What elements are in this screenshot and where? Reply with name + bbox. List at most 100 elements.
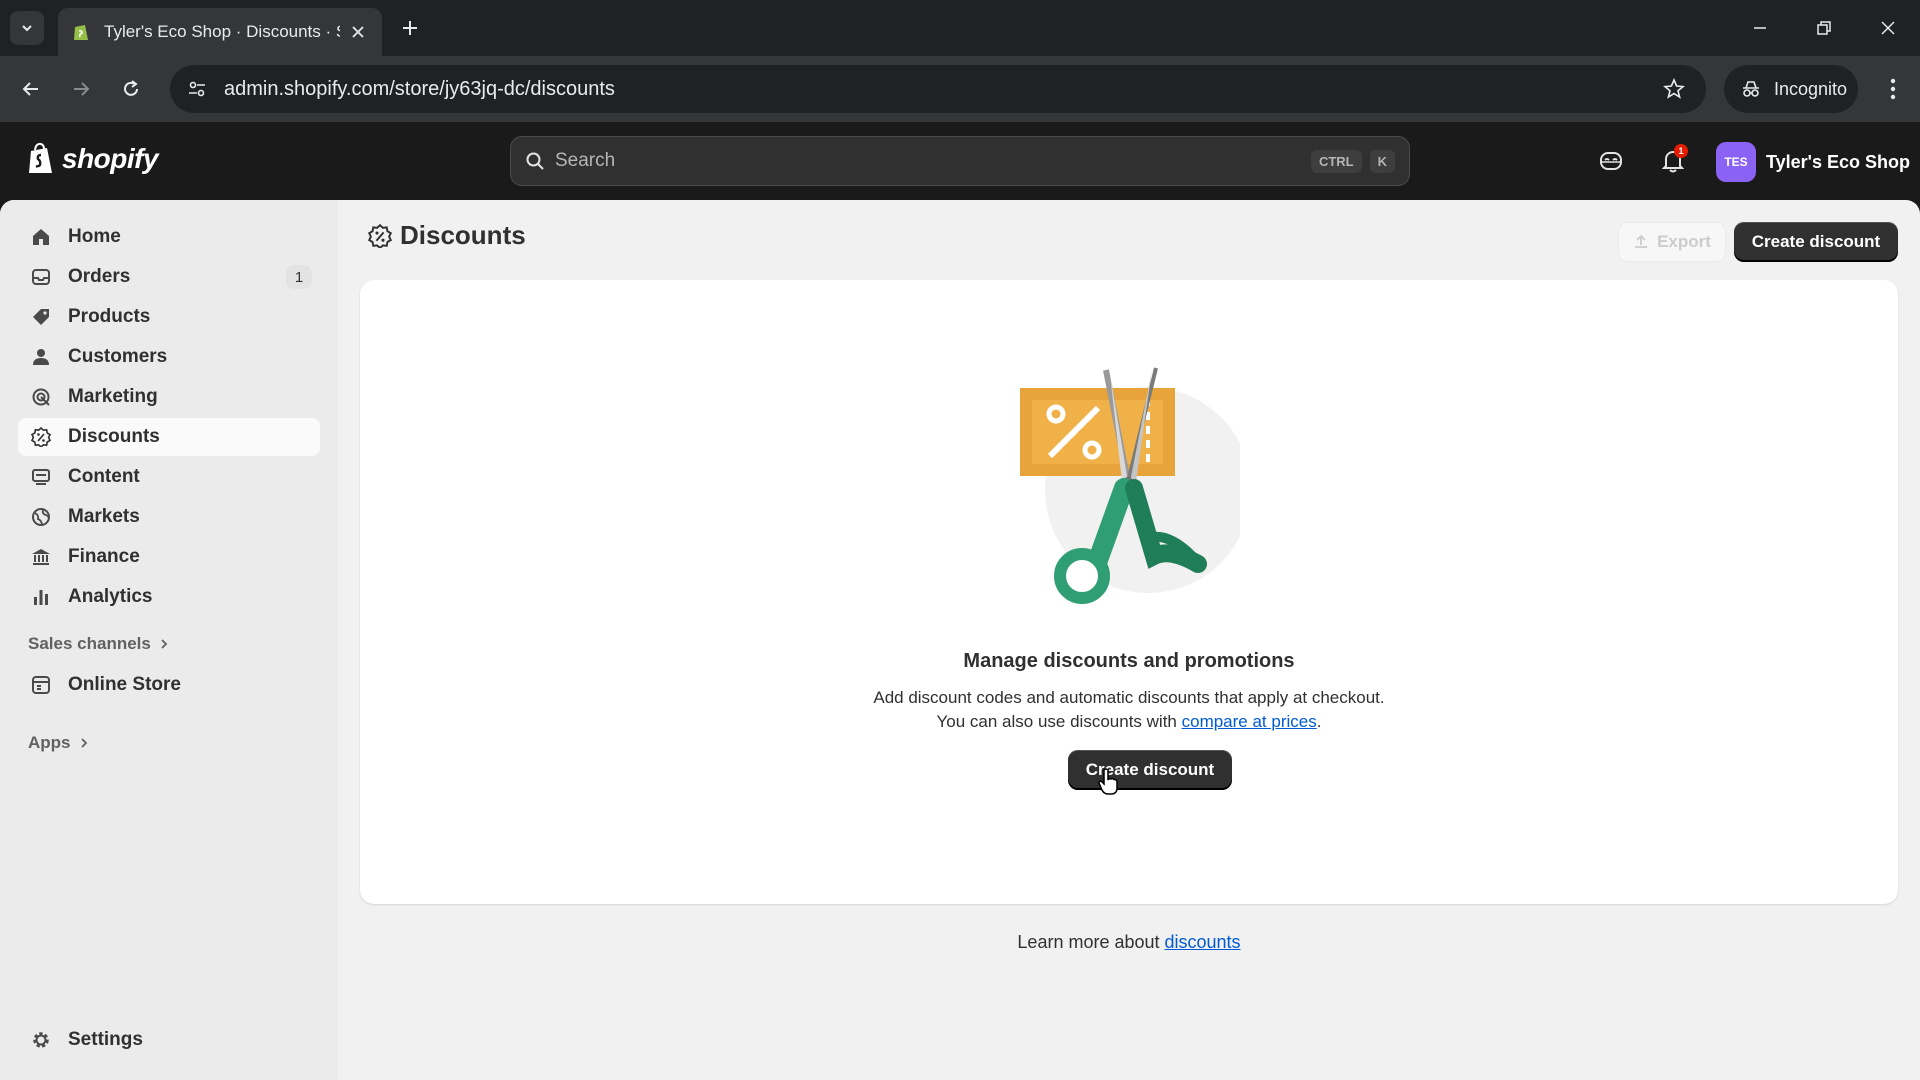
reload-button[interactable] (114, 72, 148, 106)
sidekick-button[interactable] (1594, 144, 1628, 178)
browser-toolbar: admin.shopify.com/store/jy63jq-dc/discou… (0, 56, 1920, 122)
page-title: Discounts (400, 220, 526, 250)
browser-tab[interactable]: Tyler's Eco Shop · Discounts · Sh (58, 8, 382, 56)
sidebar-item-markets[interactable]: Markets (18, 498, 320, 536)
tab-close-icon[interactable] (346, 20, 370, 44)
person-icon (30, 346, 52, 368)
sidebar-item-label: Marketing (68, 386, 158, 407)
incognito-label: Incognito (1774, 78, 1848, 99)
search-input[interactable]: Search CTRL K (510, 136, 1410, 186)
apps-link[interactable]: Apps (28, 733, 89, 753)
upload-icon (1635, 234, 1648, 248)
sidebar-item-content[interactable]: Content (18, 458, 320, 496)
create-discount-button[interactable]: Create discount (1734, 222, 1898, 262)
empty-state-line-1: Add discount codes and automatic discoun… (873, 688, 1385, 707)
sidebar-item-label: Products (68, 306, 151, 327)
sidebar-item-customers[interactable]: Customers (18, 338, 320, 376)
incognito-icon (1743, 81, 1759, 97)
sidebar-item-discounts[interactable]: Discounts (18, 418, 320, 456)
close-window-button[interactable] (1870, 10, 1906, 46)
admin-app: Home Orders 1 Products Customers Marketi… (0, 200, 1920, 1080)
sidebar-item-label: Content (68, 466, 140, 487)
minimize-icon (1754, 27, 1766, 29)
empty-state-heading: Manage discounts and promotions (963, 650, 1295, 672)
empty-state-card: Manage discounts and promotions Add disc… (360, 280, 1898, 904)
content-icon (30, 466, 52, 488)
sidebar-item-finance[interactable]: Finance (18, 538, 320, 576)
shopify-topbar: shopify Search CTRL K 1 TES Tyler's Eco … (0, 122, 1920, 200)
notifications-button[interactable]: 1 (1656, 144, 1690, 178)
empty-state-create-discount-button[interactable]: Create discount (1068, 750, 1232, 790)
sidebar-item-products[interactable]: Products (18, 298, 320, 336)
sidebar-item-label: Finance (68, 546, 140, 567)
bar-chart-icon (30, 586, 52, 608)
sidebar-item-label: Analytics (68, 586, 153, 607)
store-name: Tyler's Eco Shop (1766, 151, 1910, 172)
sidebar-item-label: Markets (68, 506, 140, 527)
shopify-logo[interactable]: shopify (26, 142, 159, 176)
shortcut-key-k: K (1369, 149, 1395, 173)
minimize-button[interactable] (1742, 10, 1778, 46)
orders-count-badge: 1 (286, 265, 312, 289)
chevron-down-icon (22, 25, 32, 32)
export-button[interactable]: Export (1618, 222, 1726, 262)
apps-label: Apps (28, 733, 71, 752)
learn-more-footer: Learn more about discounts (338, 932, 1920, 953)
sidebar-item-label: Discounts (68, 426, 160, 447)
home-icon (30, 226, 52, 248)
sales-channels-label: Sales channels (28, 634, 151, 653)
bookmark-star-icon[interactable] (1660, 75, 1688, 103)
target-icon (30, 386, 52, 408)
chevron-right-icon (80, 738, 87, 748)
bank-icon (30, 546, 52, 568)
sidebar-item-orders[interactable]: Orders 1 (18, 258, 320, 296)
hand-cursor-icon (1098, 768, 1118, 795)
address-bar[interactable]: admin.shopify.com/store/jy63jq-dc/discou… (170, 65, 1706, 113)
shortcut-key-ctrl: CTRL (1310, 149, 1362, 173)
incognito-indicator[interactable]: Incognito (1724, 65, 1858, 113)
search-placeholder: Search (555, 150, 616, 171)
shopify-favicon-icon (74, 25, 88, 40)
page-header: Discounts (368, 220, 526, 251)
discount-icon (368, 223, 392, 248)
tab-search-button[interactable] (10, 11, 44, 45)
sidekick-icon (1600, 152, 1622, 170)
restore-icon (1817, 21, 1831, 35)
url-text: admin.shopify.com/store/jy63jq-dc/discou… (224, 77, 615, 100)
sidebar: Home Orders 1 Products Customers Marketi… (0, 200, 338, 1080)
export-label: Export (1657, 232, 1711, 251)
main-content: Discounts Export Create discount Manage … (338, 200, 1920, 1080)
site-info-icon[interactable] (180, 72, 214, 106)
sidebar-item-online-store[interactable]: Online Store (18, 666, 320, 704)
tab-title: Tyler's Eco Shop · Discounts · Sh (104, 22, 340, 41)
plus-icon (403, 21, 417, 35)
sidebar-item-label: Settings (68, 1029, 143, 1050)
restore-button[interactable] (1806, 10, 1842, 46)
new-tab-button[interactable] (396, 14, 424, 42)
logo-text: shopify (62, 143, 159, 174)
compare-at-prices-link[interactable]: compare at prices (1182, 712, 1317, 731)
forward-button[interactable] (64, 72, 98, 106)
empty-state-description: Add discount codes and automatic discoun… (360, 686, 1898, 734)
line2-suffix: . (1316, 712, 1322, 731)
arrow-right-icon (74, 82, 90, 96)
arrow-left-icon (22, 82, 38, 96)
sidebar-item-marketing[interactable]: Marketing (18, 378, 320, 416)
discounts-help-link[interactable]: discounts (1165, 932, 1241, 952)
sidebar-item-home[interactable]: Home (18, 218, 320, 256)
sidebar-item-label: Orders (68, 266, 131, 287)
back-button[interactable] (14, 72, 48, 106)
store-switcher[interactable]: TES Tyler's Eco Shop (1716, 142, 1910, 182)
search-icon (526, 152, 544, 170)
discount-scissors-illustration (1020, 367, 1240, 604)
sidebar-item-settings[interactable]: Settings (18, 1021, 320, 1059)
browser-menu-button[interactable] (1876, 72, 1910, 106)
sidebar-item-analytics[interactable]: Analytics (18, 578, 320, 616)
learn-more-prefix: Learn more about (1017, 932, 1165, 952)
browser-tab-bar: Tyler's Eco Shop · Discounts · Sh (0, 0, 1920, 56)
sales-channels-link[interactable]: Sales channels (28, 634, 169, 654)
discount-icon (30, 426, 52, 448)
chevron-right-icon (161, 639, 168, 649)
empty-state-line-2: You can also use discounts with compare … (360, 710, 1898, 734)
sidebar-item-label: Online Store (68, 674, 181, 695)
